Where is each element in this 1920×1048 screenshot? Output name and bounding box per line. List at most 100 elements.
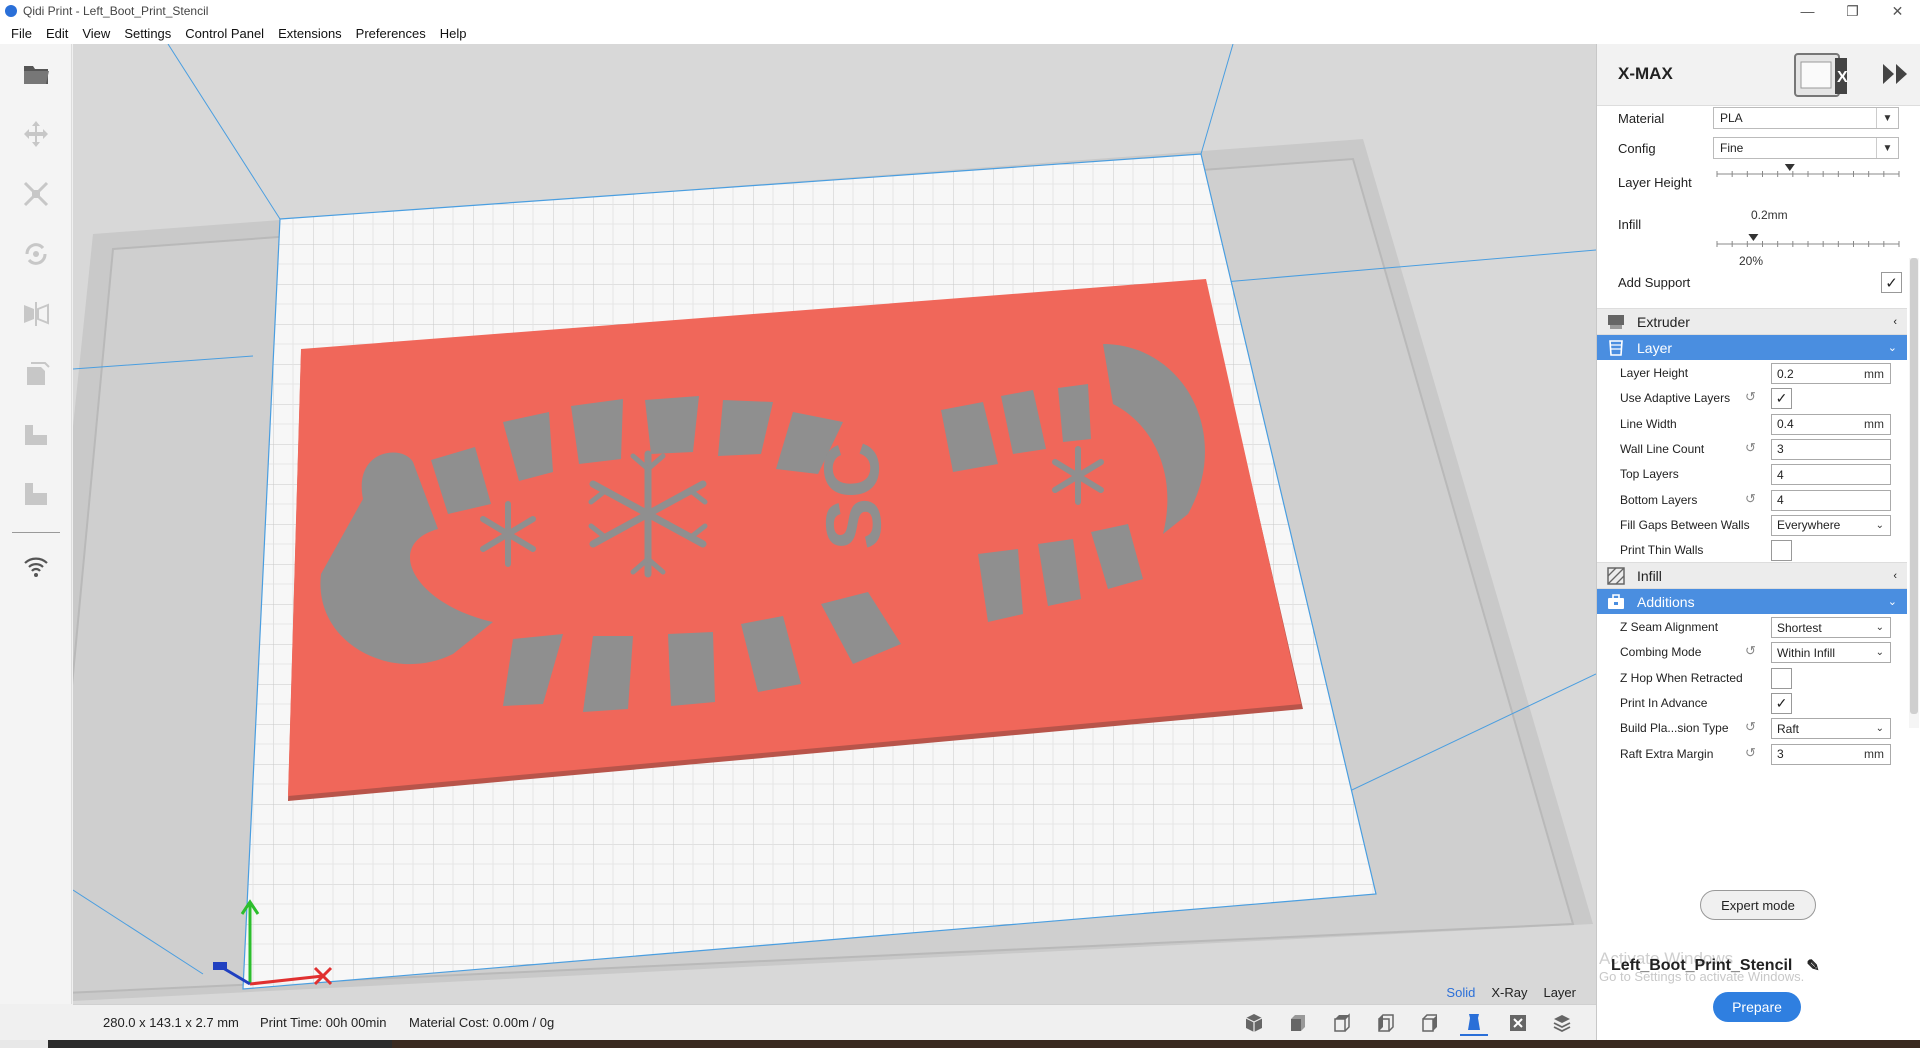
reset-icon[interactable]: ↺ bbox=[1745, 643, 1756, 659]
fast-forward-icon[interactable] bbox=[1877, 56, 1913, 92]
view-mode-layer[interactable]: Layer bbox=[1543, 985, 1576, 1000]
right-view-icon[interactable] bbox=[1416, 1010, 1444, 1036]
setting-label: Combing Mode bbox=[1620, 645, 1702, 660]
chevron-down-icon: ▼ bbox=[1876, 138, 1898, 158]
chevron-left-icon: ‹ bbox=[1893, 315, 1897, 328]
support-blocker-icon[interactable] bbox=[20, 418, 52, 450]
menu-settings[interactable]: Settings bbox=[117, 26, 178, 41]
printer-name[interactable]: X-MAX bbox=[1618, 64, 1673, 84]
menu-extensions[interactable]: Extensions bbox=[271, 26, 349, 41]
setting-select[interactable]: Raft ⌄ bbox=[1771, 718, 1891, 740]
section-infill[interactable]: Infill ‹ bbox=[1597, 562, 1907, 588]
setting-checkbox[interactable]: ✓ bbox=[1771, 692, 1792, 714]
build-plate-scene: SC bbox=[73, 44, 1596, 1001]
mirror-icon[interactable] bbox=[20, 298, 52, 330]
printer-header: X-MAX X bbox=[1597, 44, 1920, 106]
move-icon[interactable] bbox=[20, 118, 52, 150]
setting-value: 4 bbox=[1777, 467, 1784, 482]
layer-view-icon[interactable] bbox=[20, 478, 52, 510]
window-title: Qidi Print - Left_Boot_Print_Stencil bbox=[23, 4, 209, 18]
setting-value: 4 bbox=[1777, 493, 1784, 507]
setting-value: 3 bbox=[1777, 442, 1784, 457]
view-mode-solid[interactable]: Solid bbox=[1446, 985, 1475, 1000]
cutout-bar bbox=[1058, 384, 1091, 442]
chevron-down-icon: ⌄ bbox=[1875, 723, 1884, 735]
reset-icon[interactable]: ↺ bbox=[1745, 745, 1756, 761]
section-extruder[interactable]: Extruder ‹ bbox=[1597, 308, 1907, 334]
view-mode-xray[interactable]: X-Ray bbox=[1491, 985, 1527, 1000]
rotate-icon[interactable] bbox=[20, 238, 52, 270]
job-name-label: Left_Boot_Print_Stencil bbox=[1611, 957, 1793, 974]
infill-icon bbox=[1607, 566, 1625, 585]
minimize-button[interactable]: — bbox=[1785, 0, 1830, 22]
prepare-button[interactable]: Prepare bbox=[1713, 992, 1801, 1022]
setting-label: Wall Line Count bbox=[1620, 441, 1705, 456]
edit-icon[interactable]: ✎ bbox=[1806, 956, 1819, 976]
layer-view-icon[interactable] bbox=[1548, 1010, 1576, 1036]
material-cost: Material Cost: 0.00m / 0g bbox=[409, 1015, 555, 1030]
close-button[interactable]: ✕ bbox=[1875, 0, 1920, 22]
xray-view-icon[interactable] bbox=[1504, 1010, 1532, 1036]
expert-mode-button[interactable]: Expert mode bbox=[1700, 890, 1816, 920]
wifi-icon[interactable] bbox=[20, 550, 52, 582]
setting-value: 0.4 bbox=[1777, 417, 1794, 432]
job-name: Left_Boot_Print_Stencil ✎ bbox=[1611, 956, 1820, 976]
setting-input[interactable]: 3 mm bbox=[1771, 743, 1891, 765]
menu-file[interactable]: File bbox=[4, 26, 39, 41]
setting-checkbox[interactable] bbox=[1771, 540, 1792, 562]
setting-label: Print Thin Walls bbox=[1620, 543, 1704, 558]
menu-preferences[interactable]: Preferences bbox=[349, 26, 433, 41]
config-value: Fine bbox=[1720, 141, 1744, 155]
print-time: Print Time: 00h 00min bbox=[260, 1015, 387, 1030]
setting-select[interactable]: Shortest ⌄ bbox=[1771, 617, 1891, 638]
material-select[interactable]: PLA ▼ bbox=[1713, 107, 1899, 129]
layer-height-slider[interactable] bbox=[1715, 160, 1901, 184]
menu-edit[interactable]: Edit bbox=[39, 26, 75, 41]
layer-icon bbox=[1607, 339, 1625, 357]
reset-icon[interactable]: ↺ bbox=[1745, 491, 1756, 507]
settings-panel: X-MAX X Material PLA ▼ Config Fine ▼ Lay… bbox=[1596, 44, 1920, 1040]
menu-control-panel[interactable]: Control Panel bbox=[178, 26, 271, 41]
top-view-icon[interactable] bbox=[1328, 1010, 1356, 1036]
scale-icon[interactable] bbox=[20, 178, 52, 210]
taskbar-strip bbox=[0, 1040, 1920, 1048]
maximize-button[interactable]: ❐ bbox=[1830, 0, 1875, 22]
setting-input[interactable]: 3 bbox=[1771, 438, 1891, 460]
cutout-bar bbox=[668, 632, 715, 706]
material-value: PLA bbox=[1720, 111, 1743, 125]
extruder-icon bbox=[1607, 313, 1625, 331]
setting-checkbox[interactable]: ✓ bbox=[1771, 388, 1792, 410]
front-view-icon[interactable] bbox=[1284, 1010, 1312, 1036]
setting-select[interactable]: Everywhere ⌄ bbox=[1771, 514, 1891, 536]
reset-icon[interactable]: ↺ bbox=[1745, 389, 1756, 405]
reset-icon[interactable]: ↺ bbox=[1745, 440, 1756, 456]
section-layer[interactable]: Layer ⌄ bbox=[1597, 334, 1907, 360]
setting-input[interactable]: 4 bbox=[1771, 464, 1891, 486]
menu-help[interactable]: Help bbox=[433, 26, 474, 41]
section-additions[interactable]: Additions ⌄ bbox=[1597, 588, 1907, 614]
chevron-down-icon: ▼ bbox=[1876, 108, 1898, 128]
setting-checkbox[interactable] bbox=[1771, 667, 1792, 689]
menu-view[interactable]: View bbox=[75, 26, 117, 41]
per-model-settings-icon[interactable] bbox=[20, 358, 52, 390]
left-toolbar bbox=[0, 44, 72, 1004]
open-folder-icon[interactable] bbox=[20, 58, 52, 90]
3d-viewport[interactable]: SC Solid X-Ray Layer bbox=[73, 44, 1596, 1004]
chevron-down-icon: ⌄ bbox=[1875, 622, 1884, 633]
setting-input[interactable]: 4 bbox=[1771, 489, 1891, 511]
infill-slider[interactable] bbox=[1715, 230, 1901, 254]
infill-value: 20% bbox=[1739, 254, 1764, 268]
3d-view-icon[interactable] bbox=[1240, 1010, 1268, 1036]
config-select[interactable]: Fine ▼ bbox=[1713, 137, 1899, 159]
scrollbar-thumb[interactable] bbox=[1910, 258, 1918, 714]
setting-input[interactable]: 0.2 mm bbox=[1771, 363, 1891, 384]
setting-label: Layer Height bbox=[1620, 366, 1689, 380]
settings-scrollbar[interactable] bbox=[1909, 258, 1919, 728]
setting-select[interactable]: Within Infill ⌄ bbox=[1771, 642, 1891, 664]
add-support-checkbox[interactable]: ✓ bbox=[1881, 272, 1902, 293]
app-icon bbox=[5, 5, 17, 17]
reset-icon[interactable]: ↺ bbox=[1745, 719, 1756, 735]
left-view-icon[interactable] bbox=[1372, 1010, 1400, 1036]
solid-view-icon[interactable] bbox=[1460, 1010, 1488, 1036]
setting-input[interactable]: 0.4 mm bbox=[1771, 413, 1891, 435]
